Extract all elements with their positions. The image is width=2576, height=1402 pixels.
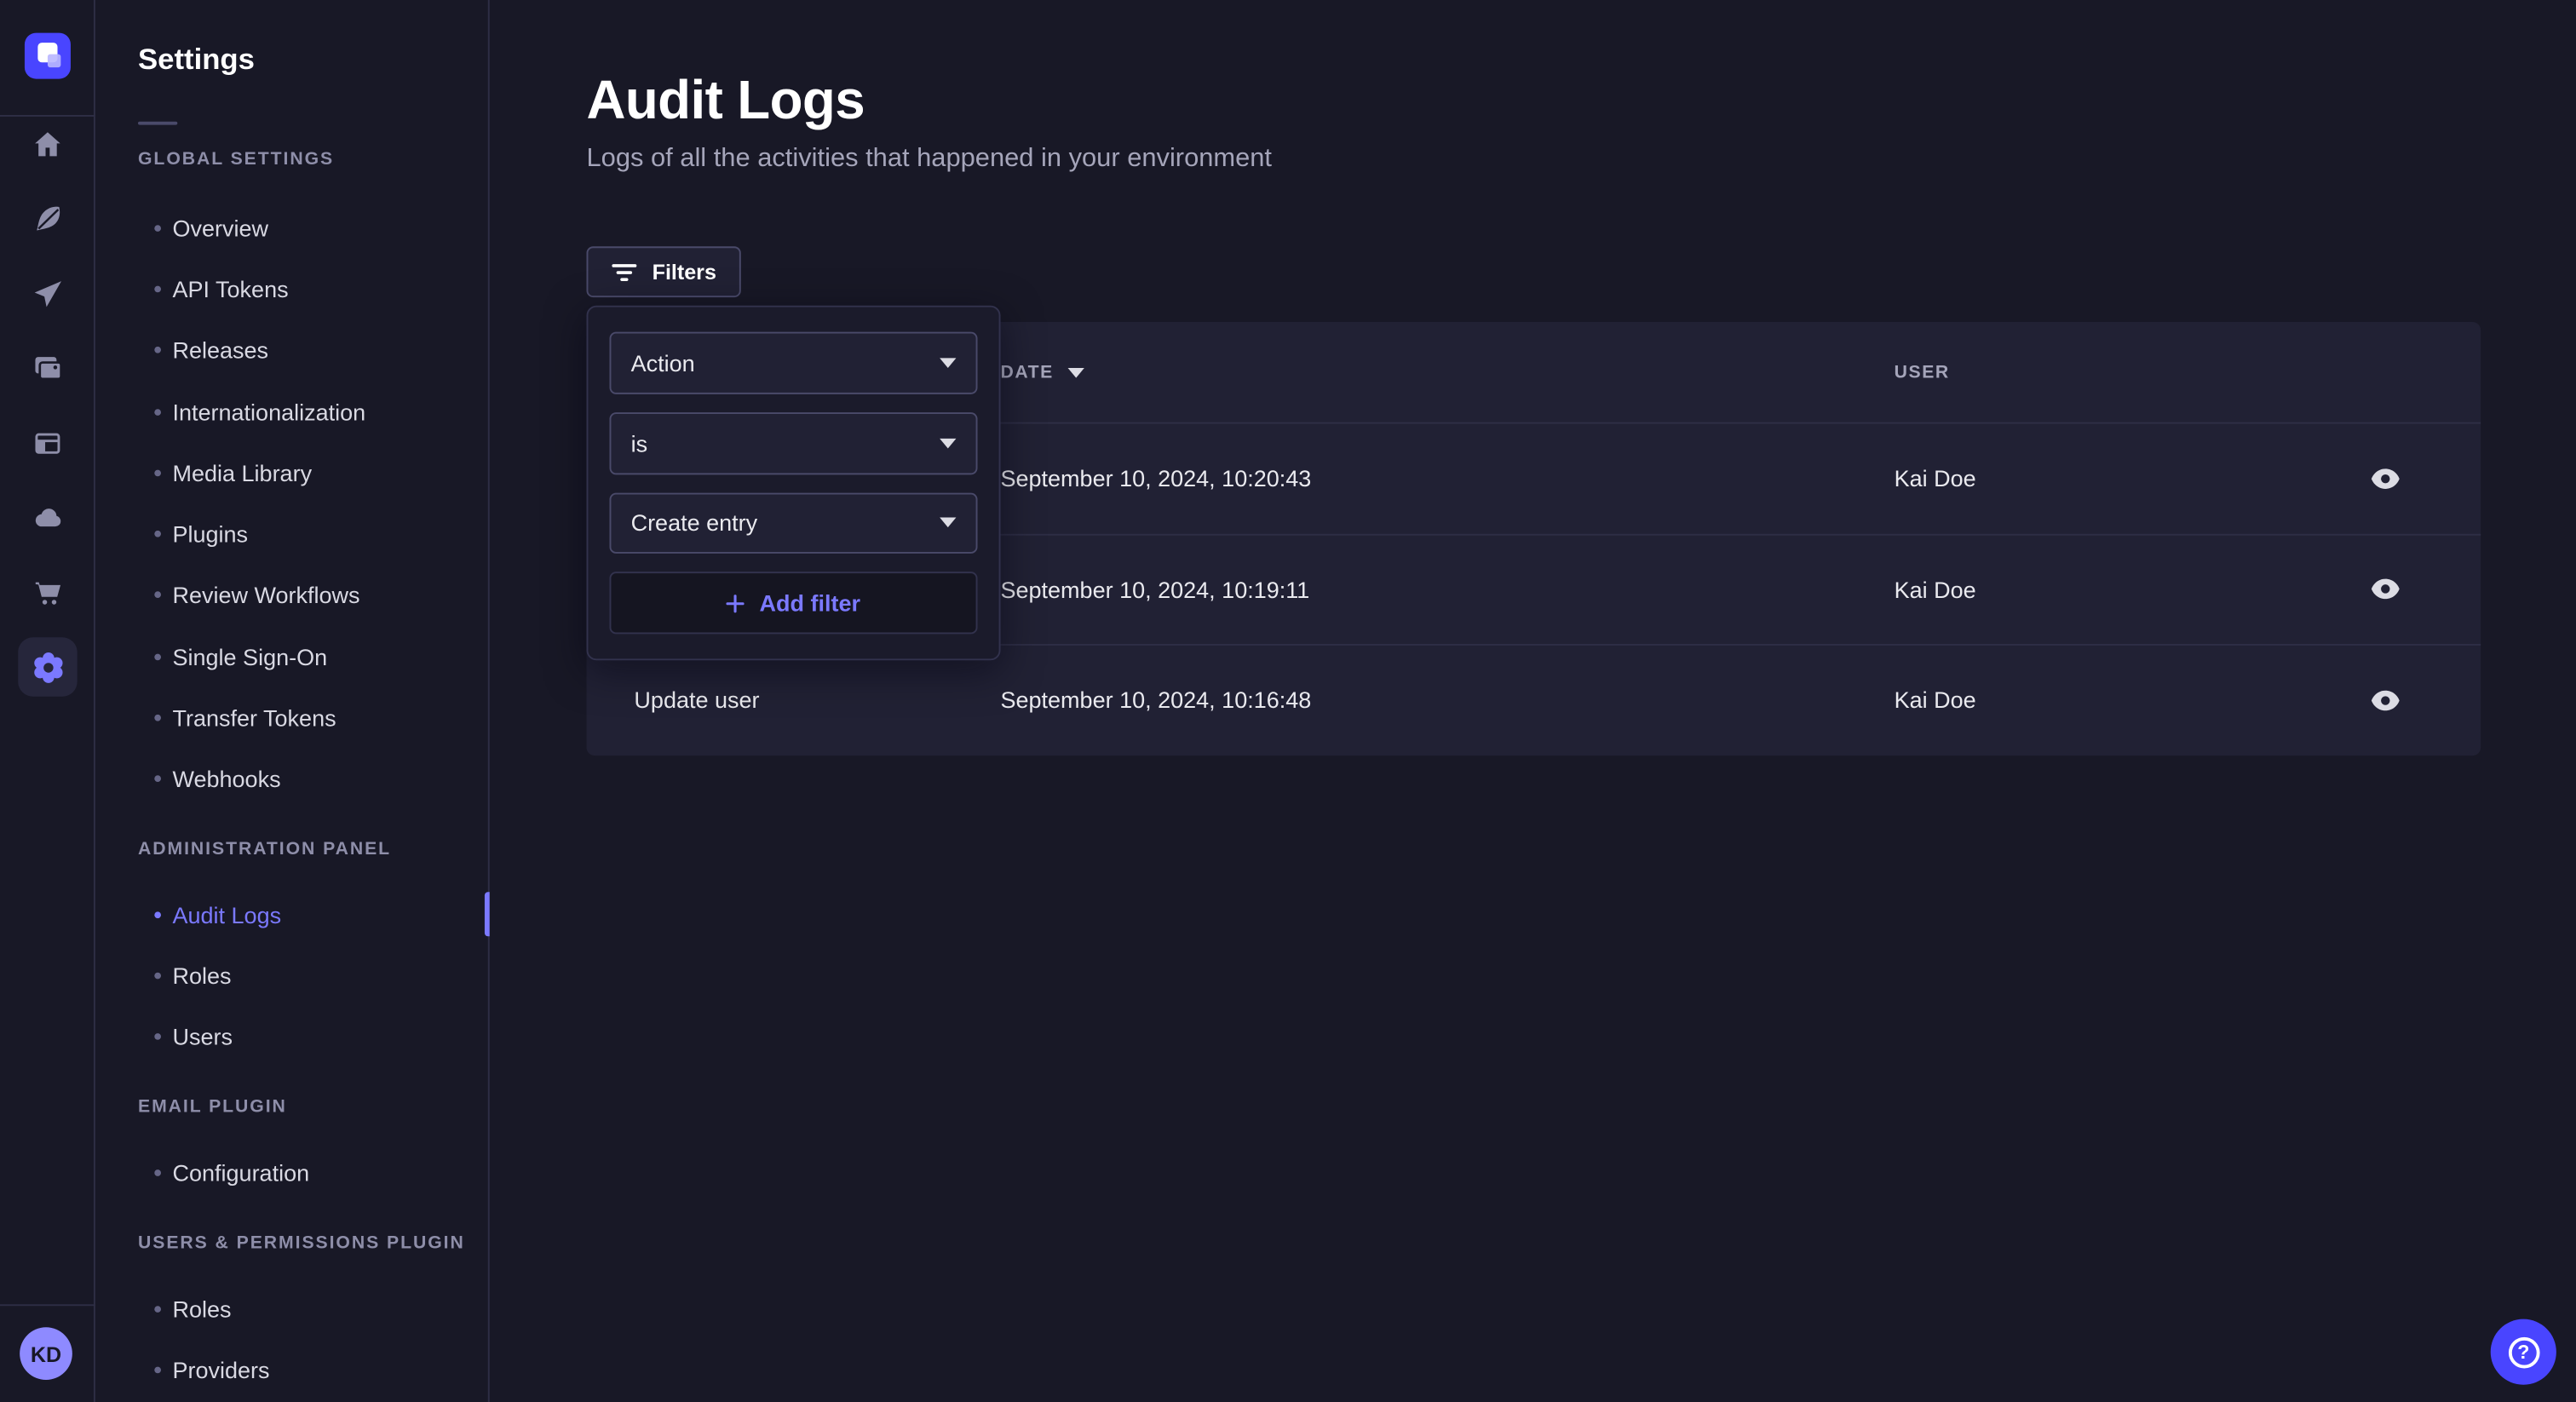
filter-operator-select[interactable]: is	[609, 412, 977, 474]
filter-field-select[interactable]: Action	[609, 332, 977, 394]
cart-icon[interactable]	[32, 577, 65, 610]
date-cell: September 10, 2024, 10:16:48	[1000, 687, 1311, 714]
sidebar-item-users[interactable]: Users	[95, 1006, 490, 1067]
user-cell: Kai Doe	[1895, 465, 1976, 491]
page-title: Audit Logs	[586, 69, 865, 131]
section-label-global-settings: GLOBAL SETTINGS	[138, 149, 334, 169]
sidebar-item-media-library[interactable]: Media Library	[95, 442, 490, 503]
app-window: KD Settings GLOBAL SETTINGS Overview API…	[0, 0, 2576, 1402]
users-permissions-list: Roles Providers	[95, 1278, 490, 1400]
view-log-button[interactable]	[2366, 462, 2405, 495]
question-icon: ?	[2508, 1336, 2539, 1368]
view-log-button[interactable]	[2366, 684, 2405, 717]
sidebar-item-configuration[interactable]: Configuration	[95, 1141, 490, 1203]
user-avatar[interactable]: KD	[20, 1327, 72, 1380]
filter-icon	[611, 262, 637, 282]
user-cell: Kai Doe	[1895, 576, 1976, 602]
sidebar-item-internationalization[interactable]: Internationalization	[95, 381, 490, 442]
sidebar-item-providers[interactable]: Providers	[95, 1339, 490, 1400]
date-header-label: DATE	[1000, 362, 1053, 382]
add-filter-label: Add filter	[760, 590, 861, 617]
view-log-button[interactable]	[2366, 573, 2405, 606]
filters-button[interactable]: Filters	[586, 246, 740, 297]
title-divider	[138, 122, 177, 125]
section-label-email-plugin: EMAIL PLUGIN	[138, 1097, 287, 1117]
sidebar-item-webhooks[interactable]: Webhooks	[95, 749, 490, 810]
action-cell: Update user	[634, 687, 759, 714]
table-row[interactable]: Update user September 10, 2024, 10:16:48…	[586, 644, 2481, 755]
chevron-down-icon	[940, 438, 956, 448]
chevron-down-icon	[940, 358, 956, 368]
filter-value-select[interactable]: Create entry	[609, 492, 977, 554]
cloud-icon[interactable]	[32, 501, 65, 534]
nav-rail: KD	[0, 0, 95, 1402]
sidebar-item-api-tokens[interactable]: API Tokens	[95, 258, 490, 319]
user-header-label: USER	[1895, 362, 1950, 382]
filter-field-value: Action	[631, 350, 695, 376]
global-settings-list: Overview API Tokens Releases Internation…	[95, 197, 490, 809]
paper-plane-icon[interactable]	[32, 278, 65, 311]
images-icon[interactable]	[32, 352, 65, 385]
filter-operator-value: is	[631, 430, 648, 457]
section-label-administration-panel: ADMINISTRATION PANEL	[138, 839, 391, 859]
home-icon[interactable]	[32, 128, 65, 161]
logo-shape-light	[48, 55, 60, 67]
sidebar-item-plugins[interactable]: Plugins	[95, 503, 490, 565]
sidebar-item-audit-logs[interactable]: Audit Logs	[95, 884, 490, 945]
sidebar-item-single-sign-on[interactable]: Single Sign-On	[95, 626, 490, 687]
settings-gear-icon[interactable]	[18, 637, 77, 696]
sidebar-item-review-workflows[interactable]: Review Workflows	[95, 565, 490, 626]
sort-desc-icon	[1068, 367, 1084, 377]
eye-icon	[2371, 690, 2401, 711]
sidebar-item-overview[interactable]: Overview	[95, 197, 490, 258]
sidebar-title: Settings	[138, 43, 255, 77]
page-subtitle: Logs of all the activities that happened…	[586, 145, 1272, 175]
column-header-date[interactable]: DATE	[1000, 322, 1084, 422]
rail-divider	[0, 115, 95, 117]
sidebar-item-releases[interactable]: Releases	[95, 319, 490, 381]
column-header-user: USER	[1895, 322, 1950, 422]
sidebar-item-roles[interactable]: Roles	[95, 945, 490, 1007]
help-button[interactable]: ?	[2491, 1319, 2556, 1385]
sidebar-item-up-roles[interactable]: Roles	[95, 1278, 490, 1339]
date-cell: September 10, 2024, 10:19:11	[1000, 576, 1309, 602]
layout-icon[interactable]	[32, 427, 65, 460]
strapi-logo[interactable]	[25, 33, 71, 79]
chevron-down-icon	[940, 518, 956, 528]
date-cell: September 10, 2024, 10:20:43	[1000, 465, 1311, 491]
eye-icon	[2371, 578, 2401, 600]
plus-icon	[727, 594, 745, 612]
user-cell: Kai Doe	[1895, 687, 1976, 714]
filter-value-value: Create entry	[631, 510, 758, 537]
section-label-users-permissions-plugin: USERS & PERMISSIONS PLUGIN	[138, 1233, 465, 1253]
feather-icon[interactable]	[32, 202, 65, 235]
email-plugin-list: Configuration	[95, 1141, 490, 1203]
rail-divider	[0, 1304, 95, 1306]
administration-panel-list: Audit Logs Roles Users	[95, 884, 490, 1068]
filters-button-label: Filters	[653, 260, 716, 284]
eye-icon	[2371, 468, 2401, 489]
add-filter-button[interactable]: Add filter	[609, 572, 977, 635]
filter-popover: Action is Create entry Add filter	[586, 306, 1000, 661]
sidebar-item-transfer-tokens[interactable]: Transfer Tokens	[95, 687, 490, 749]
settings-sidebar: Settings GLOBAL SETTINGS Overview API To…	[95, 0, 490, 1402]
